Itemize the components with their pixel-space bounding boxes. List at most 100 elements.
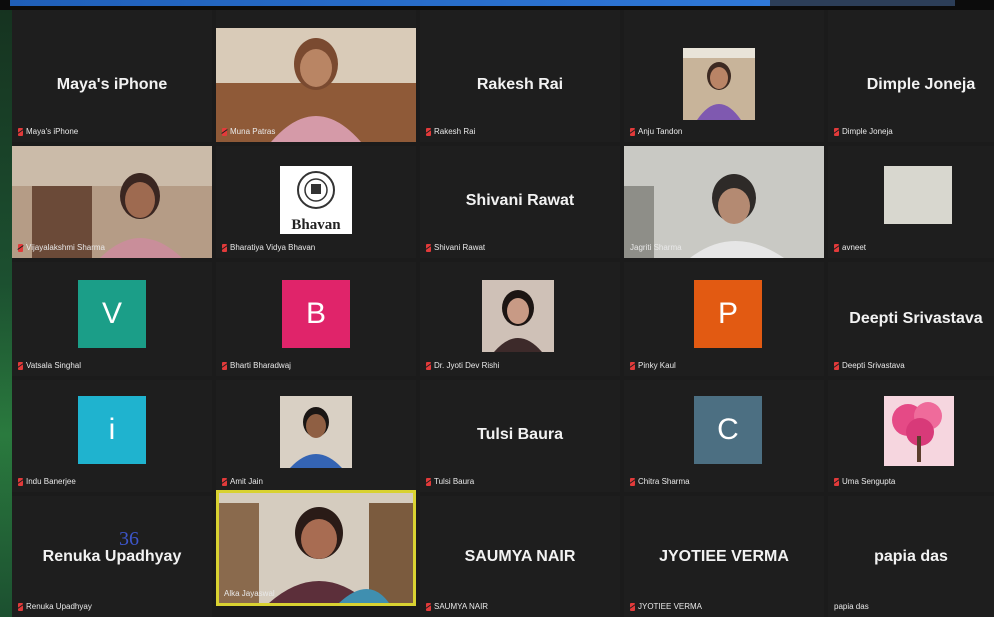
participant-tile[interactable]: papia das papia das <box>828 496 994 617</box>
left-edge-background <box>0 10 12 617</box>
participant-name-label: Muna Patras <box>222 127 275 136</box>
participant-name-label: JYOTIEE VERMA <box>630 602 702 611</box>
participant-tile[interactable]: Maya's iPhone Maya's iPhone <box>12 10 212 142</box>
participant-name-label: Pinky Kaul <box>630 361 676 370</box>
muted-mic-icon <box>426 602 431 611</box>
muted-mic-icon <box>18 127 23 136</box>
muted-mic-icon <box>426 477 431 486</box>
participant-tile[interactable]: Renuka Upadhyay Renuka Upadhyay <box>12 496 212 617</box>
participant-big-name: Tulsi Baura <box>477 426 563 443</box>
participant-name-label: avneet <box>834 243 866 252</box>
avatar: V <box>78 280 146 348</box>
muted-mic-icon <box>834 361 839 370</box>
participant-big-name: Rakesh Rai <box>476 76 564 93</box>
muted-mic-icon <box>18 243 23 252</box>
participant-photo <box>683 48 755 120</box>
avatar: i <box>78 396 146 464</box>
participant-tile[interactable]: B Bharti Bharadwaj <box>216 262 416 376</box>
avatar: C <box>694 396 762 464</box>
person-video-frame <box>219 493 413 603</box>
muted-mic-icon <box>426 243 431 252</box>
muted-mic-icon <box>834 127 839 136</box>
participant-video <box>624 146 824 258</box>
muted-mic-icon <box>18 477 23 486</box>
top-bar-blue-strip <box>10 0 770 6</box>
participant-name-label: Maya's iPhone <box>18 127 78 136</box>
active-speaker-tile[interactable]: Alka Jayaswal <box>216 490 416 606</box>
participant-name-label: Dimple Joneja <box>834 127 893 136</box>
participant-video <box>12 146 212 258</box>
participant-name-label: Dr. Jyoti Dev Rishi <box>426 361 499 370</box>
muted-mic-icon <box>630 602 635 611</box>
participant-tile[interactable]: Uma Sengupta <box>828 380 994 492</box>
participant-name-label: Indu Banerjee <box>18 477 76 486</box>
participant-big-name: Deepti Srivastava <box>849 310 983 327</box>
participant-tile[interactable]: Shivani Rawat Shivani Rawat <box>420 146 620 258</box>
participant-big-name: SAUMYA NAIR <box>464 548 576 565</box>
participant-big-name: Dimple Joneja <box>866 76 976 93</box>
participant-big-name: JYOTIEE VERMA <box>659 548 789 565</box>
participant-big-name: Renuka Upadhyay <box>42 548 182 565</box>
participant-name-label: Amit Jain <box>222 477 263 486</box>
participant-tile[interactable]: Tulsi Baura Tulsi Baura <box>420 380 620 492</box>
participant-tile[interactable]: Vijayalakshmi Sharma <box>12 146 212 258</box>
muted-mic-icon <box>18 361 23 370</box>
participant-tile[interactable]: Muna Patras <box>216 10 416 142</box>
person-photo <box>683 48 755 120</box>
participant-tile[interactable]: JYOTIEE VERMA JYOTIEE VERMA <box>624 496 824 617</box>
participant-tile[interactable]: SAUMYA NAIR SAUMYA NAIR <box>420 496 620 617</box>
participant-name-label: Chitra Sharma <box>630 477 690 486</box>
participant-name-label: Jagriti Sharma <box>630 243 682 252</box>
participant-big-name: papia das <box>874 548 948 565</box>
person-video-frame <box>216 28 416 142</box>
muted-mic-icon <box>426 361 431 370</box>
top-bar-dark-strip <box>770 0 955 6</box>
participant-name-label: papia das <box>834 602 869 611</box>
emblem-icon <box>297 171 335 209</box>
participant-tile[interactable]: avneet <box>828 146 994 258</box>
participant-tile[interactable]: Anju Tandon <box>624 10 824 142</box>
participant-tile[interactable]: V Vatsala Singhal <box>12 262 212 376</box>
participant-tile[interactable]: Rakesh Rai Rakesh Rai <box>420 10 620 142</box>
muted-mic-icon <box>630 127 635 136</box>
participant-name-label: Vatsala Singhal <box>18 361 81 370</box>
tree-artwork-image <box>884 396 954 466</box>
participant-tile[interactable]: i Indu Banerjee <box>12 380 212 492</box>
participant-photo <box>884 396 954 466</box>
participant-name-label: Tulsi Baura <box>426 477 474 486</box>
participant-tile[interactable]: Jagriti Sharma <box>624 146 824 258</box>
person-photo <box>482 280 554 352</box>
muted-mic-icon <box>834 243 839 252</box>
participant-tile[interactable]: C Chitra Sharma <box>624 380 824 492</box>
participant-name-label: Uma Sengupta <box>834 477 895 486</box>
page-number-overlay: 36 <box>119 528 139 550</box>
participant-tile[interactable]: Dr. Jyoti Dev Rishi <box>420 262 620 376</box>
participant-tile[interactable]: Deepti Srivastava Deepti Srivastava <box>828 262 994 376</box>
participant-big-name: Shivani Rawat <box>465 192 575 209</box>
participant-photo <box>482 280 554 352</box>
meeting-top-bar <box>0 0 994 10</box>
muted-mic-icon <box>222 361 227 370</box>
logo-text: Bhavan <box>291 217 341 233</box>
person-photo <box>280 396 352 468</box>
participant-tile[interactable]: Dimple Joneja Dimple Joneja <box>828 10 994 142</box>
participant-name-label: Rakesh Rai <box>426 127 475 136</box>
person-video-frame <box>12 146 212 258</box>
participant-big-name: Maya's iPhone <box>56 76 168 93</box>
participant-name-label: Anju Tandon <box>630 127 682 136</box>
muted-mic-icon <box>834 477 839 486</box>
participant-name-label: Vijayalakshmi Sharma <box>18 243 105 252</box>
participant-name-label: Bharti Bharadwaj <box>222 361 291 370</box>
participant-name-label: Shivani Rawat <box>426 243 485 252</box>
participant-tile[interactable]: Bhavan Bharatiya Vidya Bhavan <box>216 146 416 258</box>
participant-name-label: Renuka Upadhyay <box>18 602 92 611</box>
gallery-grid: Maya's iPhone Maya's iPhone Muna Patras … <box>12 10 994 617</box>
participant-tile[interactable]: Amit Jain <box>216 380 416 492</box>
participant-tile[interactable]: P Pinky Kaul <box>624 262 824 376</box>
participant-video <box>216 28 416 142</box>
participant-name-label: Deepti Srivastava <box>834 361 905 370</box>
organization-logo: Bhavan <box>280 166 352 234</box>
profile-picture <box>884 166 952 224</box>
muted-mic-icon <box>222 127 227 136</box>
muted-mic-icon <box>630 477 635 486</box>
